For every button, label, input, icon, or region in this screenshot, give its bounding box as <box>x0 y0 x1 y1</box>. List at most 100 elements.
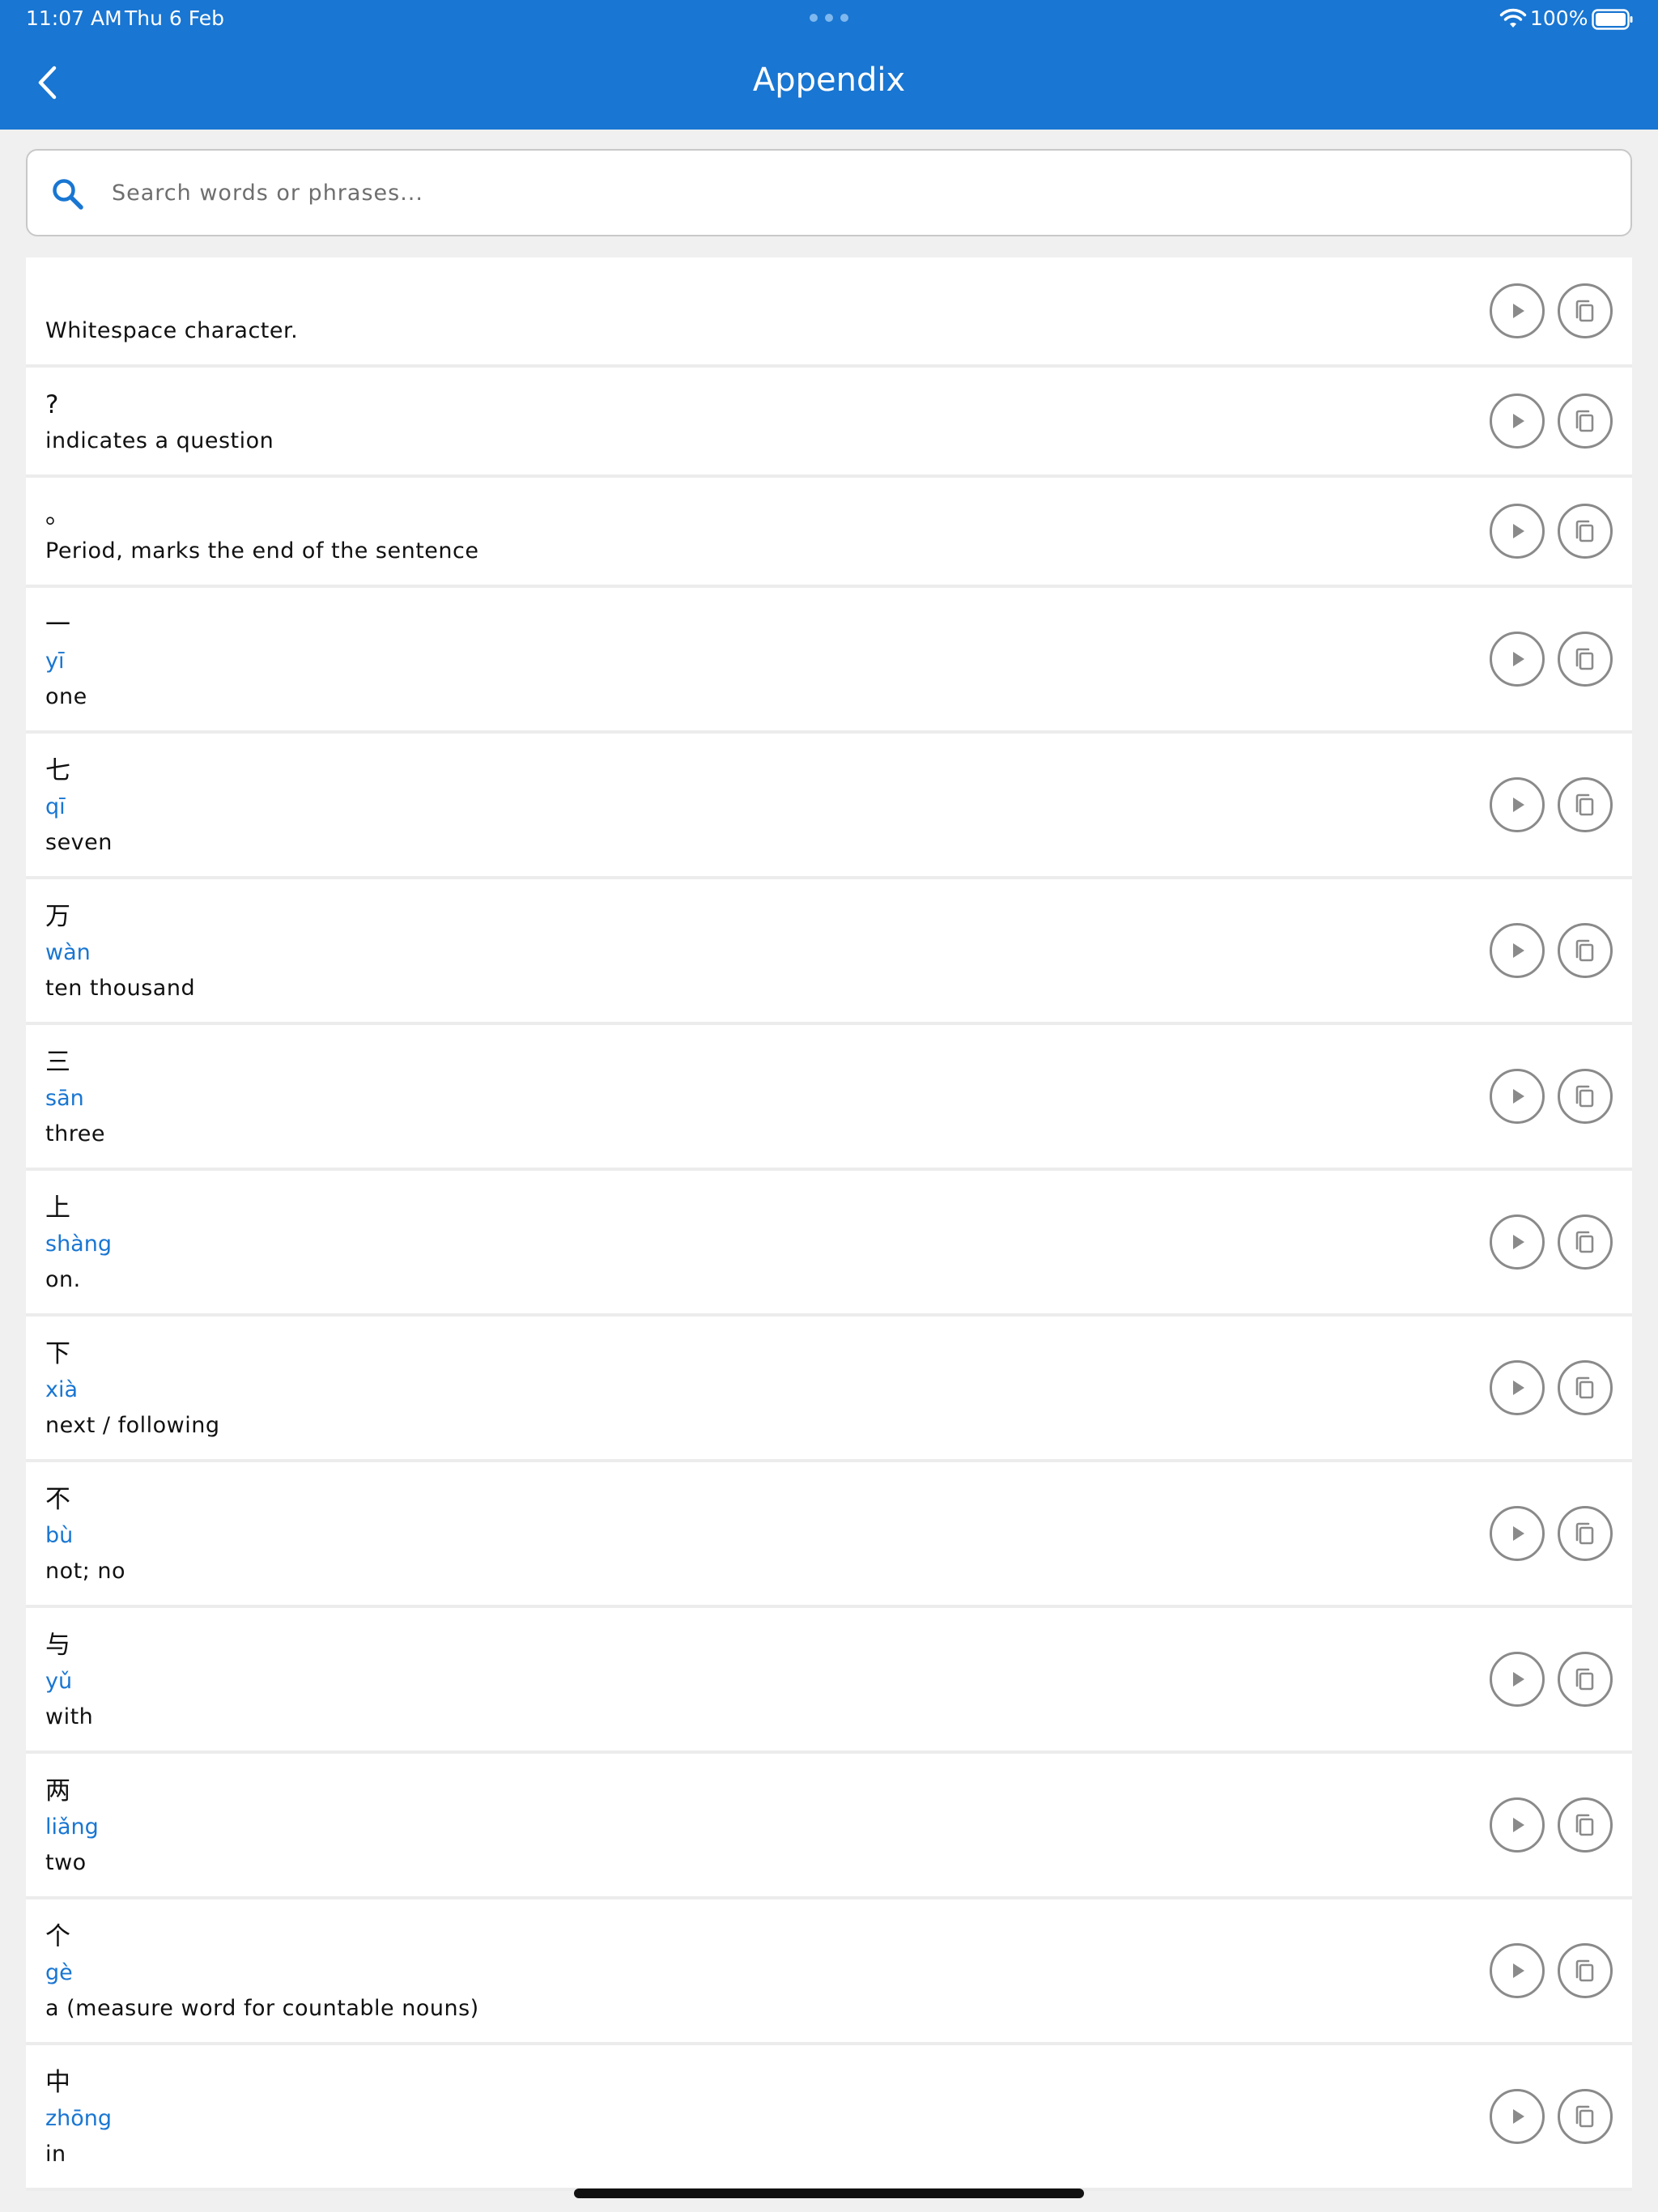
item-meaning: not; no <box>45 1559 126 1584</box>
play-button[interactable] <box>1490 2089 1545 2144</box>
item-hanzi: 上 <box>45 1193 70 1223</box>
item-actions <box>1490 1652 1613 1707</box>
copy-button[interactable] <box>1558 1797 1613 1853</box>
status-time: 11:07 AM <box>26 6 122 30</box>
item-actions <box>1490 1506 1613 1561</box>
play-button[interactable] <box>1490 1360 1545 1415</box>
play-button[interactable] <box>1490 777 1545 832</box>
item-pinyin: yǔ <box>45 1669 73 1694</box>
copy-button[interactable] <box>1558 777 1613 832</box>
item-meaning: with <box>45 1704 94 1729</box>
copy-button[interactable] <box>1558 393 1613 449</box>
list-item[interactable]: 中 zhōng in <box>26 2045 1632 2191</box>
item-actions <box>1490 777 1613 832</box>
copy-button[interactable] <box>1558 1069 1613 1124</box>
item-actions <box>1490 632 1613 687</box>
play-icon <box>1503 1228 1531 1256</box>
play-icon <box>1503 1520 1531 1547</box>
copy-button[interactable] <box>1558 2089 1613 2144</box>
list-item[interactable]: Whitespace character. <box>26 257 1632 368</box>
list-item[interactable]: ? indicates a question <box>26 368 1632 478</box>
copy-button[interactable] <box>1558 1506 1613 1561</box>
item-actions <box>1490 923 1613 978</box>
play-button[interactable] <box>1490 283 1545 338</box>
copy-icon <box>1571 517 1599 545</box>
copy-icon <box>1571 1665 1599 1693</box>
item-meaning: seven <box>45 830 113 855</box>
item-text: 与 yǔ with <box>45 1627 93 1735</box>
play-button[interactable] <box>1490 504 1545 559</box>
play-button[interactable] <box>1490 1943 1545 1998</box>
item-meaning: on. <box>45 1267 81 1292</box>
play-button[interactable] <box>1490 923 1545 978</box>
item-hanzi: 两 <box>45 1776 70 1806</box>
home-indicator <box>574 2189 1084 2198</box>
item-pinyin: bù <box>45 1523 74 1548</box>
play-button[interactable] <box>1490 393 1545 449</box>
list-item[interactable]: 上 shàng on. <box>26 1171 1632 1317</box>
item-pinyin: shàng <box>45 1231 112 1257</box>
play-button[interactable] <box>1490 1797 1545 1853</box>
item-text: 两 liǎng two <box>45 1772 99 1881</box>
play-icon <box>1503 937 1531 964</box>
copy-button[interactable] <box>1558 1652 1613 1707</box>
copy-icon <box>1571 791 1599 819</box>
copy-icon <box>1571 1811 1599 1839</box>
item-pinyin: gè <box>45 1960 73 1985</box>
list-item[interactable]: 七 qī seven <box>26 734 1632 879</box>
wifi-icon <box>1499 8 1527 28</box>
search-input[interactable] <box>112 151 1609 235</box>
item-actions <box>1490 1069 1613 1124</box>
play-button[interactable] <box>1490 1069 1545 1124</box>
item-text: 不 bù not; no <box>45 1481 125 1589</box>
copy-button[interactable] <box>1558 1214 1613 1270</box>
copy-button[interactable] <box>1558 504 1613 559</box>
list-item[interactable]: 。 Period, marks the end of the sentence <box>26 478 1632 588</box>
item-actions <box>1490 393 1613 449</box>
item-text: ? indicates a question <box>45 386 274 459</box>
play-icon <box>1503 645 1531 673</box>
item-actions <box>1490 2089 1613 2144</box>
list-item[interactable]: 与 yǔ with <box>26 1608 1632 1754</box>
item-hanzi: 七 <box>45 756 70 785</box>
copy-button[interactable] <box>1558 632 1613 687</box>
list-item[interactable]: 两 liǎng two <box>26 1754 1632 1899</box>
item-actions <box>1490 283 1613 338</box>
list-item[interactable]: 一 yī one <box>26 588 1632 734</box>
item-pinyin: yī <box>45 649 65 674</box>
list-item[interactable]: 不 bù not; no <box>26 1462 1632 1608</box>
item-hanzi: 一 <box>45 610 70 640</box>
play-button[interactable] <box>1490 632 1545 687</box>
play-icon <box>1503 1665 1531 1693</box>
list-item[interactable]: 个 gè a (measure word for countable nouns) <box>26 1899 1632 2045</box>
copy-button[interactable] <box>1558 1360 1613 1415</box>
item-meaning: indicates a question <box>45 428 274 453</box>
app-header: 11:07 AM Thu 6 Feb 100% Appendix <box>0 0 1658 130</box>
item-text: 三 sān three <box>45 1044 105 1152</box>
item-hanzi: ? <box>45 390 59 419</box>
copy-button[interactable] <box>1558 1943 1613 1998</box>
battery-percentage: 100% <box>1530 6 1588 30</box>
copy-icon <box>1571 297 1599 325</box>
item-text: 个 gè a (measure word for countable nouns) <box>45 1918 479 2027</box>
list-item[interactable]: 下 xià next / following <box>26 1317 1632 1462</box>
play-icon <box>1503 1957 1531 1984</box>
list-item[interactable]: 万 wàn ten thousand <box>26 879 1632 1025</box>
battery-icon <box>1592 9 1633 30</box>
item-meaning: next / following <box>45 1413 220 1438</box>
item-meaning: Period, marks the end of the sentence <box>45 538 479 564</box>
copy-button[interactable] <box>1558 283 1613 338</box>
item-actions <box>1490 1214 1613 1270</box>
copy-button[interactable] <box>1558 923 1613 978</box>
play-button[interactable] <box>1490 1506 1545 1561</box>
search-icon <box>53 179 83 210</box>
play-icon <box>1503 1083 1531 1110</box>
play-button[interactable] <box>1490 1214 1545 1270</box>
list-item[interactable]: 三 sān three <box>26 1025 1632 1171</box>
item-hanzi: 下 <box>45 1339 70 1368</box>
copy-icon <box>1571 937 1599 964</box>
multitasking-dots-icon[interactable] <box>810 13 848 23</box>
play-button[interactable] <box>1490 1652 1545 1707</box>
item-meaning: Whitespace character. <box>45 318 299 343</box>
search-bar[interactable] <box>26 149 1632 236</box>
